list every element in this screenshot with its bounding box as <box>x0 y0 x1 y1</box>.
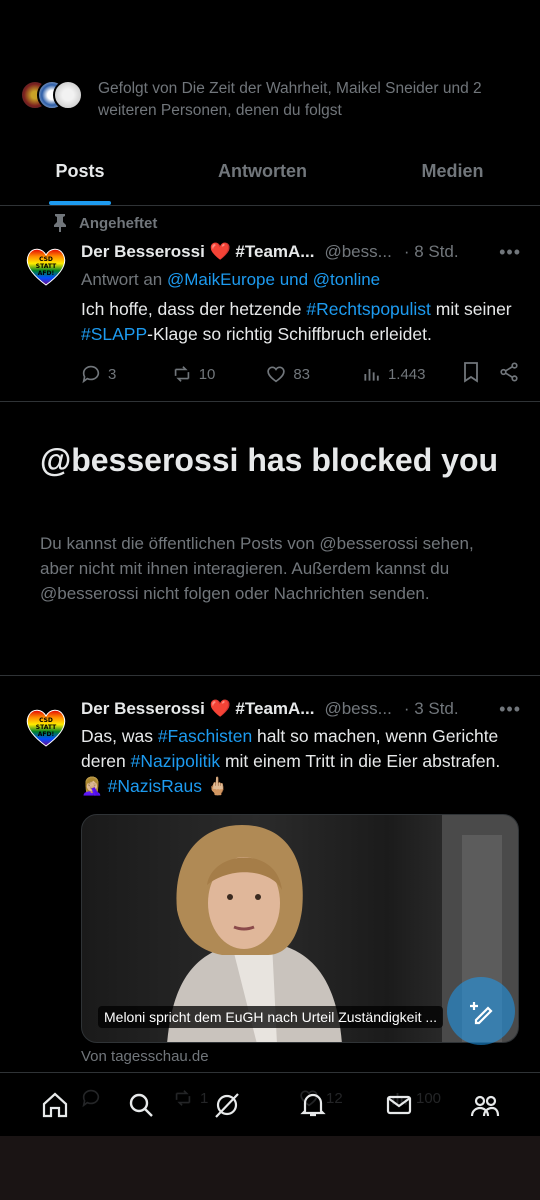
compose-icon <box>470 1002 493 1025</box>
nav-grok[interactable] <box>207 1085 247 1125</box>
logo-text-1: CSD <box>39 256 53 263</box>
reply-button[interactable]: 3 <box>80 363 171 385</box>
home-icon <box>42 1092 68 1117</box>
reply-to-link[interactable]: @MaikEurope und @tonline <box>167 270 380 289</box>
tweet-actions: 3 10 83 1.443 <box>80 362 520 386</box>
tweet-text: Das, was #Faschisten halt so machen, wen… <box>81 724 526 799</box>
reply-icon <box>82 365 100 384</box>
more-icon[interactable]: ••• <box>499 699 521 720</box>
blocked-title: @besserossi has blocked you <box>40 442 499 478</box>
system-navigation-bar <box>0 1136 540 1200</box>
bell-icon <box>300 1093 326 1116</box>
timestamp[interactable]: · 8 Std. <box>404 242 459 262</box>
views-button[interactable]: 1.443 <box>362 364 461 384</box>
search-icon <box>129 1093 153 1117</box>
repost-count: 10 <box>198 365 216 383</box>
bookmark-icon <box>463 362 478 383</box>
nav-search[interactable] <box>121 1085 161 1125</box>
like-count: 83 <box>293 365 311 383</box>
pinned-indicator: Angeheftet <box>53 214 157 232</box>
repost-icon <box>174 366 189 382</box>
nav-home[interactable] <box>35 1085 75 1125</box>
bookmark-button[interactable] <box>461 361 498 387</box>
logo-text-2: STATT <box>36 263 57 270</box>
tab-media[interactable]: Medien <box>365 145 540 197</box>
hashtag-link[interactable]: #Rechtspopulist <box>306 299 431 319</box>
compose-button[interactable] <box>447 977 515 1045</box>
blocked-text: Du kannst die öffentlichen Posts von @be… <box>40 534 474 603</box>
handle[interactable]: @bess... <box>324 242 391 262</box>
divider <box>0 401 540 402</box>
share-icon <box>500 362 518 382</box>
hashtag-link[interactable]: #Faschisten <box>158 726 252 746</box>
repost-button[interactable]: 10 <box>171 363 266 385</box>
nav-notifications[interactable] <box>293 1085 333 1125</box>
followers-text: Gefolgt von Die Zeit der Wahrheit, Maike… <box>98 80 482 119</box>
follower-avatar <box>53 80 83 110</box>
reply-to-line: Antwort an @MaikEurope und @tonline <box>81 268 521 292</box>
tweet-text-part: mit seiner <box>430 299 512 319</box>
tweet-text-part: Ich hoffe, dass der hetzende <box>81 299 307 319</box>
logo-text-2: STATT <box>36 724 57 731</box>
tweet-text-part: Das, was <box>81 726 158 746</box>
view-count: 1.443 <box>387 365 426 383</box>
tab-replies[interactable]: Antworten <box>160 145 365 197</box>
logo-text-3: AFD! <box>38 270 54 277</box>
nav-messages[interactable] <box>379 1085 419 1125</box>
logo-text-3: AFD! <box>38 731 54 738</box>
logo-text-1: CSD <box>39 717 53 724</box>
communities-icon <box>470 1095 500 1116</box>
link-source[interactable]: Von tagesschau.de <box>81 1048 209 1065</box>
profile-tabs: Posts Antworten Medien <box>0 145 540 206</box>
mail-icon <box>386 1095 412 1114</box>
tweet-text-part: 🖕🏼 <box>202 776 229 796</box>
tweet-text-part: -Klage so richtig Schiffbruch erleidet. <box>147 324 432 344</box>
reply-prefix: Antwort an <box>81 270 163 289</box>
timestamp[interactable]: · 3 Std. <box>404 699 459 719</box>
pinned-label: Angeheftet <box>79 214 158 232</box>
share-button[interactable] <box>498 361 520 387</box>
tweet-text: Ich hoffe, dass der hetzende #Rechtspopu… <box>81 297 526 347</box>
follower-avatars <box>20 80 84 110</box>
author-avatar[interactable]: CSD STATT AFD! <box>23 704 69 750</box>
csd-heart-logo-icon: CSD STATT AFD! <box>26 248 66 286</box>
handle[interactable]: @bess... <box>324 699 391 719</box>
tweet-header: Der Besserossi ❤️ #TeamA... @bess... · 8… <box>81 240 521 264</box>
link-card-caption: Meloni spricht dem EuGH nach Urteil Zust… <box>98 1006 444 1028</box>
hashtag-link[interactable]: #Nazipolitik <box>131 751 220 771</box>
tweet-header: Der Besserossi ❤️ #TeamA... @bess... · 3… <box>81 697 521 721</box>
divider <box>0 675 540 676</box>
like-button[interactable]: 83 <box>265 363 362 385</box>
display-name[interactable]: Der Besserossi ❤️ #TeamA... <box>81 242 314 262</box>
display-name[interactable]: Der Besserossi ❤️ #TeamA... <box>81 699 314 719</box>
csd-heart-logo-icon: CSD STATT AFD! <box>26 709 66 747</box>
more-icon[interactable]: ••• <box>499 242 521 263</box>
pin-icon <box>54 214 66 232</box>
views-icon <box>364 369 379 381</box>
heart-icon <box>267 366 286 383</box>
nav-communities[interactable] <box>465 1085 505 1125</box>
reply-count: 3 <box>108 365 117 383</box>
tab-posts[interactable]: Posts <box>0 145 160 197</box>
bottom-nav <box>0 1072 540 1136</box>
author-avatar[interactable]: CSD STATT AFD! <box>23 243 69 289</box>
hashtag-link[interactable]: #SLAPP <box>81 324 147 344</box>
grok-icon <box>215 1092 239 1118</box>
followers-row[interactable]: Gefolgt von Die Zeit der Wahrheit, Maike… <box>20 78 520 122</box>
hashtag-link[interactable]: #NazisRaus <box>108 776 202 796</box>
